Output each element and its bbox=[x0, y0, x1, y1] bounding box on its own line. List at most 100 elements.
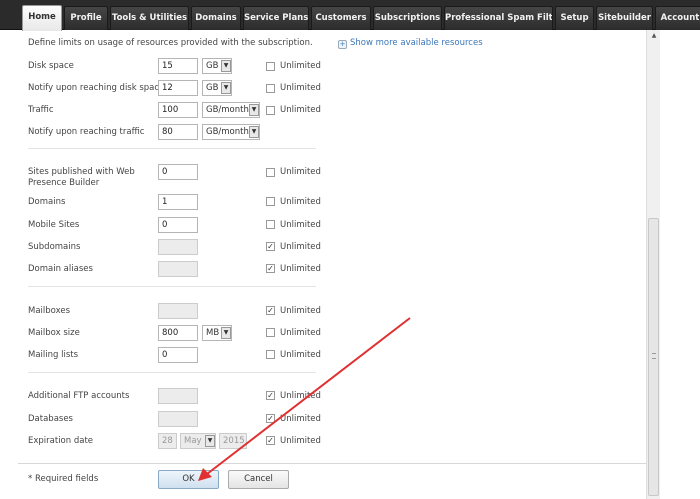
expiration-day-input[interactable]: 28 bbox=[158, 433, 177, 449]
notify-traffic-unit-select[interactable]: GB/month ▼ bbox=[202, 124, 260, 140]
sites-wpb-label-line2: Presence Builder bbox=[28, 178, 100, 188]
unlimited-label: Unlimited bbox=[280, 436, 321, 446]
mailing-lists-unlimited-checkbox[interactable] bbox=[266, 350, 275, 359]
show-more-resources-link[interactable]: + Show more available resources bbox=[338, 38, 483, 49]
top-navigation: Home Profile Tools & Utilities Domains S… bbox=[0, 0, 700, 31]
mobile-sites-label: Mobile Sites bbox=[28, 220, 80, 230]
chevron-down-icon: ▼ bbox=[221, 60, 231, 72]
tab-service-plans[interactable]: Service Plans bbox=[243, 6, 309, 30]
notify-traffic-input[interactable]: 80 bbox=[158, 124, 198, 140]
mailbox-size-unlimited-checkbox[interactable] bbox=[266, 328, 275, 337]
tab-account[interactable]: Account bbox=[655, 6, 700, 30]
expiration-unlimited-checkbox[interactable]: ✓ bbox=[266, 436, 275, 445]
traffic-input[interactable]: 100 bbox=[158, 102, 198, 118]
tab-setup[interactable]: Setup bbox=[555, 6, 594, 30]
unlimited-label: Unlimited bbox=[280, 414, 321, 424]
annotation-arrow bbox=[198, 317, 411, 481]
chevron-down-icon: ▼ bbox=[249, 126, 259, 138]
intro-text: Define limits on usage of resources prov… bbox=[28, 38, 313, 48]
disk-space-unit: GB bbox=[206, 61, 219, 71]
sites-wpb-label: Sites published with Web Presence Builder bbox=[28, 167, 135, 189]
scrollbar-thumb[interactable] bbox=[648, 218, 659, 496]
tab-domains[interactable]: Domains bbox=[191, 6, 241, 30]
databases-unlimited-checkbox[interactable]: ✓ bbox=[266, 414, 275, 423]
notify-disk-unit-select[interactable]: GB ▼ bbox=[202, 80, 232, 96]
section-divider bbox=[28, 286, 316, 287]
mailbox-size-input[interactable]: 800 bbox=[158, 325, 198, 341]
notify-disk-label: Notify upon reaching disk space bbox=[28, 83, 165, 93]
mobile-sites-unlimited-checkbox[interactable] bbox=[266, 220, 275, 229]
expiration-date-label: Expiration date bbox=[28, 436, 94, 446]
tab-profile[interactable]: Profile bbox=[64, 6, 108, 30]
mailboxes-input[interactable] bbox=[158, 303, 198, 319]
tab-home[interactable]: Home bbox=[22, 5, 62, 31]
traffic-label: Traffic bbox=[28, 105, 54, 115]
domains-unlimited-checkbox[interactable] bbox=[266, 197, 275, 206]
subdomains-label: Subdomains bbox=[28, 242, 81, 252]
notify-disk-input[interactable]: 12 bbox=[158, 80, 198, 96]
chevron-down-icon: ▼ bbox=[221, 82, 231, 94]
unlimited-label: Unlimited bbox=[280, 328, 321, 338]
sites-wpb-input[interactable]: 0 bbox=[158, 164, 198, 180]
notify-disk-unit: GB bbox=[206, 83, 219, 93]
traffic-unit-select[interactable]: GB/month ▼ bbox=[202, 102, 260, 118]
grip-icon bbox=[652, 353, 656, 359]
right-margin bbox=[661, 30, 700, 499]
unlimited-label: Unlimited bbox=[280, 220, 321, 230]
show-more-label: Show more available resources bbox=[350, 38, 483, 48]
domain-aliases-input[interactable] bbox=[158, 261, 198, 277]
scroll-up-arrow-icon[interactable]: ▲ bbox=[647, 30, 661, 42]
chevron-down-icon: ▼ bbox=[205, 435, 215, 447]
unlimited-label: Unlimited bbox=[280, 242, 321, 252]
unlimited-label: Unlimited bbox=[280, 391, 321, 401]
mailboxes-unlimited-checkbox[interactable]: ✓ bbox=[266, 306, 275, 315]
required-fields-note: * Required fields bbox=[28, 474, 99, 484]
domains-label: Domains bbox=[28, 197, 66, 207]
unlimited-label: Unlimited bbox=[280, 197, 321, 207]
disk-space-label: Disk space bbox=[28, 61, 74, 71]
databases-label: Databases bbox=[28, 414, 73, 424]
disk-space-unit-select[interactable]: GB ▼ bbox=[202, 58, 232, 74]
notify-disk-unlimited-checkbox[interactable] bbox=[266, 84, 275, 93]
unlimited-label: Unlimited bbox=[280, 105, 321, 115]
tab-subscriptions[interactable]: Subscriptions bbox=[373, 6, 442, 30]
vertical-scrollbar[interactable]: ▲ bbox=[646, 30, 660, 499]
domain-aliases-unlimited-checkbox[interactable]: ✓ bbox=[266, 264, 275, 273]
sites-wpb-unlimited-checkbox[interactable] bbox=[266, 168, 275, 177]
ftp-accounts-unlimited-checkbox[interactable]: ✓ bbox=[266, 391, 275, 400]
notify-traffic-label: Notify upon reaching traffic bbox=[28, 127, 145, 137]
disk-space-input[interactable]: 15 bbox=[158, 58, 198, 74]
mailing-lists-label: Mailing lists bbox=[28, 350, 79, 360]
traffic-unit: GB/month bbox=[206, 105, 249, 115]
subdomains-unlimited-checkbox[interactable]: ✓ bbox=[266, 242, 275, 251]
subdomains-input[interactable] bbox=[158, 239, 198, 255]
domains-input[interactable]: 1 bbox=[158, 194, 198, 210]
tab-sitebuilder[interactable]: Sitebuilder bbox=[596, 6, 653, 30]
mailboxes-label: Mailboxes bbox=[28, 306, 71, 316]
unlimited-label: Unlimited bbox=[280, 350, 321, 360]
traffic-unlimited-checkbox[interactable] bbox=[266, 106, 275, 115]
ftp-accounts-label: Additional FTP accounts bbox=[28, 391, 130, 401]
unlimited-label: Unlimited bbox=[280, 83, 321, 93]
expiration-month-select[interactable]: May ▼ bbox=[180, 433, 216, 449]
mobile-sites-input[interactable]: 0 bbox=[158, 217, 198, 233]
tab-customers[interactable]: Customers bbox=[311, 6, 371, 30]
databases-input[interactable] bbox=[158, 411, 198, 427]
ok-button[interactable]: OK bbox=[158, 470, 219, 489]
mailing-lists-input[interactable]: 0 bbox=[158, 347, 198, 363]
tab-tools-utilities[interactable]: Tools & Utilities bbox=[110, 6, 189, 30]
mailbox-size-unit-select[interactable]: MB ▼ bbox=[202, 325, 232, 341]
ftp-accounts-input[interactable] bbox=[158, 388, 198, 404]
expiration-month: May bbox=[184, 436, 202, 446]
unlimited-label: Unlimited bbox=[280, 167, 321, 177]
footer-divider bbox=[18, 463, 646, 464]
disk-space-unlimited-checkbox[interactable] bbox=[266, 62, 275, 71]
section-divider bbox=[28, 372, 316, 373]
sites-wpb-label-line1: Sites published with Web bbox=[28, 167, 135, 177]
expiration-year-input[interactable]: 2015 bbox=[219, 433, 247, 449]
chevron-down-icon: ▼ bbox=[221, 327, 231, 339]
cancel-button[interactable]: Cancel bbox=[228, 470, 289, 489]
unlimited-label: Unlimited bbox=[280, 306, 321, 316]
tab-professional-spam-filter[interactable]: Professional Spam Filter bbox=[444, 6, 553, 30]
chevron-down-icon: ▼ bbox=[249, 104, 259, 116]
